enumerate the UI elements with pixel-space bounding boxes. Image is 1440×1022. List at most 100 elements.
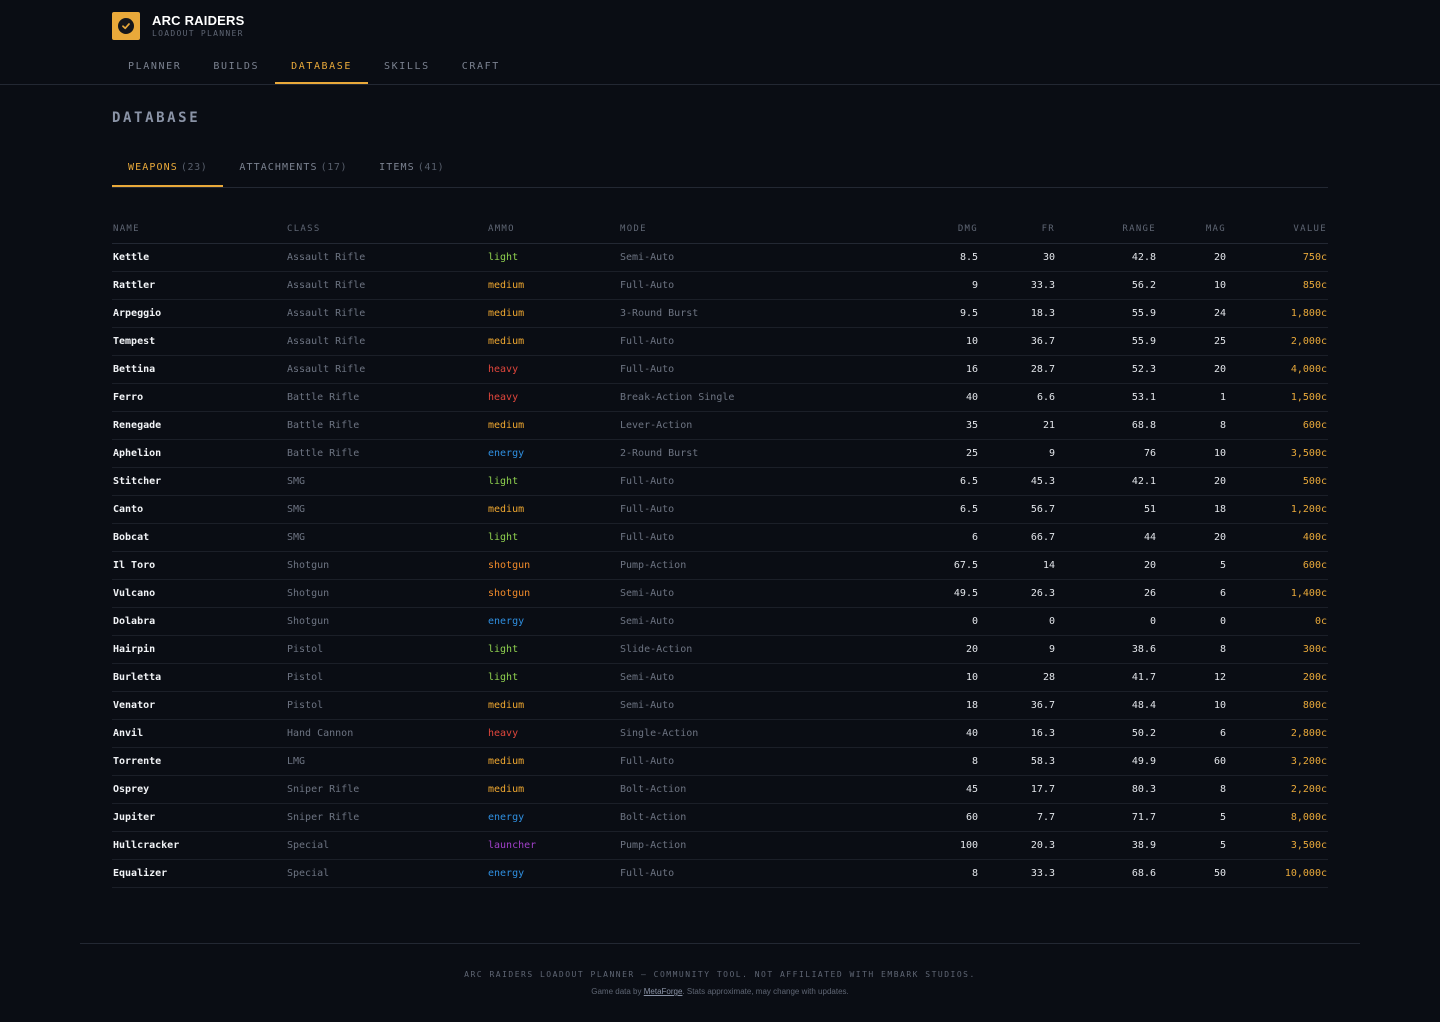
subtab-count: (17)	[320, 162, 348, 173]
nav-tab-builds[interactable]: BUILDS	[197, 52, 275, 84]
column-header-ammo[interactable]: AMMO	[487, 215, 619, 244]
weapon-name-cell: Renegade	[112, 411, 286, 440]
weapon-ammo-cell: light	[487, 663, 619, 692]
subtab-weapons[interactable]: WEAPONS (23)	[112, 150, 224, 187]
weapon-mode-cell: Single-Action	[619, 719, 829, 748]
weapon-name-cell: Torrente	[112, 747, 286, 776]
table-row[interactable]: Torrente LMG medium Full-Auto 8 58.3 49.9 60 3,2…	[112, 747, 1328, 776]
weapon-dmg-cell: 35	[829, 411, 979, 440]
weapon-mag-cell: 6	[1157, 579, 1227, 608]
table-row[interactable]: Hullcracker Special launcher Pump-Action 100…	[112, 831, 1328, 860]
table-row[interactable]: Arpeggio Assault Rifle medium 3-Round Burst…	[112, 299, 1328, 328]
weapon-ammo-cell: shotgun	[487, 579, 619, 608]
weapon-value-cell: 600c	[1227, 411, 1328, 440]
table-row[interactable]: Burletta Pistol light Semi-Auto 10 28 41.7 12 20…	[112, 663, 1328, 692]
weapon-dmg-cell: 10	[829, 327, 979, 356]
weapon-range-cell: 76	[1056, 439, 1157, 468]
weapon-fr-cell: 21	[979, 411, 1056, 440]
weapon-dmg-cell: 40	[829, 719, 979, 748]
weapon-mode-cell: Semi-Auto	[619, 691, 829, 720]
weapon-name-cell: Tempest	[112, 327, 286, 356]
table-row[interactable]: Osprey Sniper Rifle medium Bolt-Action 45 17.…	[112, 775, 1328, 804]
table-row[interactable]: Hairpin Pistol light Slide-Action 20 9 38.6 8 30…	[112, 635, 1328, 664]
table-row[interactable]: Tempest Assault Rifle medium Full-Auto 10 36.…	[112, 327, 1328, 356]
weapon-fr-cell: 33.3	[979, 271, 1056, 300]
table-row[interactable]: Il Toro Shotgun shotgun Pump-Action 67.5 14 20…	[112, 551, 1328, 580]
weapon-dmg-cell: 25	[829, 439, 979, 468]
weapon-name-cell: Osprey	[112, 775, 286, 804]
weapon-range-cell: 56.2	[1056, 271, 1157, 300]
table-row[interactable]: Rattler Assault Rifle medium Full-Auto 9 33.3…	[112, 271, 1328, 300]
weapon-ammo-cell: medium	[487, 775, 619, 804]
table-row[interactable]: Canto SMG medium Full-Auto 6.5 56.7 51 18 1,200c	[112, 495, 1328, 524]
column-header-range[interactable]: RANGE	[1056, 215, 1157, 244]
weapon-ammo-cell: heavy	[487, 719, 619, 748]
table-row[interactable]: Renegade Battle Rifle medium Lever-Action 35…	[112, 411, 1328, 440]
table-row[interactable]: Kettle Assault Rifle light Semi-Auto 8.5 30 42…	[112, 243, 1328, 272]
table-row[interactable]: Jupiter Sniper Rifle energy Bolt-Action 60 7.…	[112, 803, 1328, 832]
weapon-range-cell: 53.1	[1056, 383, 1157, 412]
table-row[interactable]: Bettina Assault Rifle heavy Full-Auto 16 28.7…	[112, 355, 1328, 384]
nav-tab-planner[interactable]: PLANNER	[112, 52, 197, 84]
table-row[interactable]: Anvil Hand Cannon heavy Single-Action 40 16.3…	[112, 719, 1328, 748]
column-header-value[interactable]: VALUE	[1227, 215, 1328, 244]
weapon-ammo-cell: energy	[487, 859, 619, 888]
weapon-mode-cell: Lever-Action	[619, 411, 829, 440]
nav-tab-skills[interactable]: SKILLS	[368, 52, 446, 84]
table-row[interactable]: Vulcano Shotgun shotgun Semi-Auto 49.5 26.3 26…	[112, 579, 1328, 608]
table-row[interactable]: Dolabra Shotgun energy Semi-Auto 0 0 0 0 0c	[112, 607, 1328, 636]
weapon-mag-cell: 20	[1157, 467, 1227, 496]
weapon-ammo-cell: heavy	[487, 383, 619, 412]
column-header-class[interactable]: CLASS	[286, 215, 487, 244]
subtab-attachments[interactable]: ATTACHMENTS (17)	[223, 150, 363, 187]
weapon-name-cell: Kettle	[112, 243, 286, 272]
column-header-dmg[interactable]: DMG	[829, 215, 979, 244]
weapon-class-cell: Battle Rifle	[286, 439, 487, 468]
footer-credits-suffix: . Stats approximate, may change with upd…	[682, 987, 849, 996]
weapon-name-cell: Hairpin	[112, 635, 286, 664]
table-row[interactable]: Bobcat SMG light Full-Auto 6 66.7 44 20 400c	[112, 523, 1328, 552]
weapon-value-cell: 500c	[1227, 467, 1328, 496]
weapon-fr-cell: 36.7	[979, 327, 1056, 356]
weapon-value-cell: 8,000c	[1227, 803, 1328, 832]
weapon-mode-cell: Pump-Action	[619, 551, 829, 580]
weapon-class-cell: Shotgun	[286, 551, 487, 580]
brand[interactable]: ARC RAIDERS LOADOUT PLANNER	[112, 12, 244, 40]
weapon-class-cell: Sniper Rifle	[286, 803, 487, 832]
column-header-name[interactable]: NAME	[112, 215, 286, 244]
page-title: DATABASE	[112, 110, 201, 126]
table-row[interactable]: Ferro Battle Rifle heavy Break-Action Singl…	[112, 383, 1328, 412]
nav-tab-database[interactable]: DATABASE	[275, 52, 369, 84]
weapon-mode-cell: Semi-Auto	[619, 663, 829, 692]
weapon-class-cell: Battle Rifle	[286, 383, 487, 412]
weapon-ammo-cell: light	[487, 523, 619, 552]
column-header-mode[interactable]: MODE	[619, 215, 829, 244]
weapon-value-cell: 1,400c	[1227, 579, 1328, 608]
column-header-fr[interactable]: FR	[979, 215, 1056, 244]
weapon-fr-cell: 9	[979, 635, 1056, 664]
table-row[interactable]: Stitcher SMG light Full-Auto 6.5 45.3 42.1 20 50…	[112, 467, 1328, 496]
nav-tab-craft[interactable]: CRAFT	[446, 52, 516, 84]
weapon-mode-cell: Full-Auto	[619, 523, 829, 552]
table-row[interactable]: Venator Pistol medium Semi-Auto 18 36.7 48.4 10…	[112, 691, 1328, 720]
weapon-fr-cell: 66.7	[979, 523, 1056, 552]
weapon-range-cell: 71.7	[1056, 803, 1157, 832]
weapon-dmg-cell: 67.5	[829, 551, 979, 580]
metaforge-link[interactable]: MetaForge	[644, 987, 683, 996]
weapon-range-cell: 68.8	[1056, 411, 1157, 440]
column-header-mag[interactable]: MAG	[1157, 215, 1227, 244]
subtab-items[interactable]: ITEMS (41)	[363, 150, 460, 187]
database-subtabs: WEAPONS (23) ATTACHMENTS (17) ITEMS (41)	[112, 150, 1328, 188]
check-icon	[118, 18, 134, 34]
weapon-range-cell: 38.6	[1056, 635, 1157, 664]
weapon-mag-cell: 10	[1157, 271, 1227, 300]
table-row[interactable]: Equalizer Special energy Full-Auto 8 33.3 68.6…	[112, 859, 1328, 888]
weapon-fr-cell: 6.6	[979, 383, 1056, 412]
table-row[interactable]: Aphelion Battle Rifle energy 2-Round Burst 2…	[112, 439, 1328, 468]
weapon-dmg-cell: 0	[829, 607, 979, 636]
weapon-class-cell: SMG	[286, 467, 487, 496]
weapon-mode-cell: Full-Auto	[619, 747, 829, 776]
weapon-range-cell: 0	[1056, 607, 1157, 636]
weapon-fr-cell: 16.3	[979, 719, 1056, 748]
weapon-mode-cell: Pump-Action	[619, 831, 829, 860]
